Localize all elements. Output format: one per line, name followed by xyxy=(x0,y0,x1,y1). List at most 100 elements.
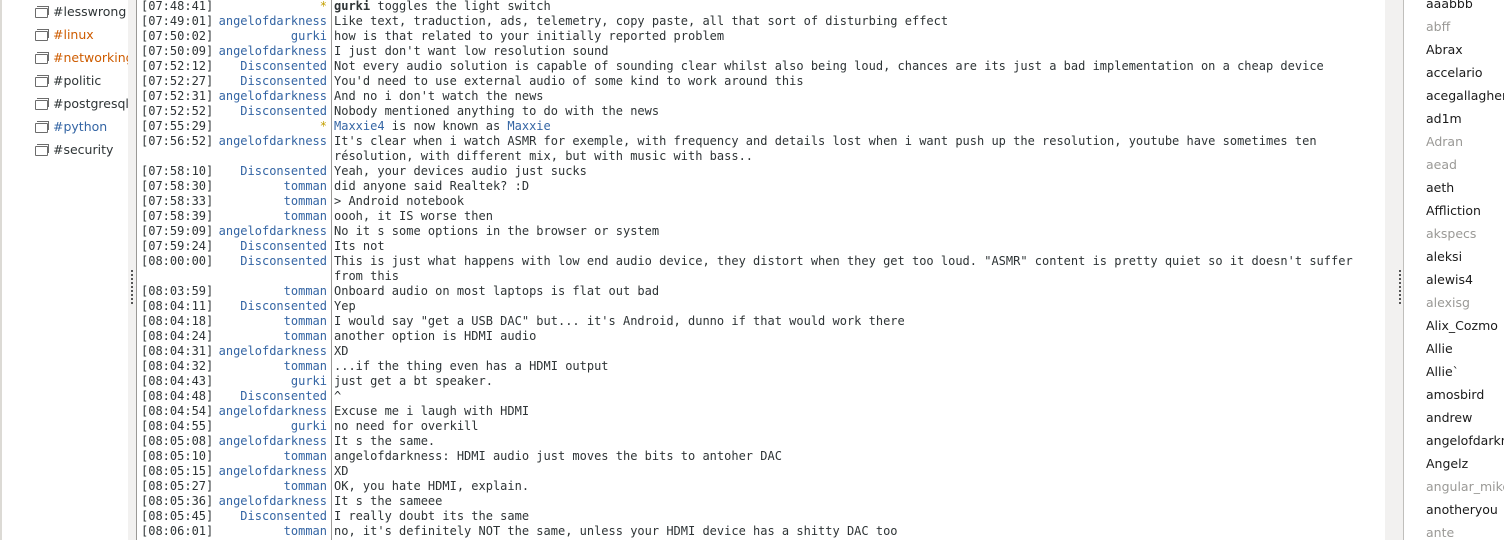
message-nick[interactable]: tomman xyxy=(217,359,327,374)
message-text: It s the same. xyxy=(334,434,436,448)
message-timestamp: [08:05:10] xyxy=(141,449,214,463)
message-nick[interactable]: tomman xyxy=(217,284,327,299)
user-list-item[interactable]: amosbird xyxy=(1426,387,1504,410)
channel-label: #security xyxy=(53,142,114,157)
user-list-item[interactable]: Adran xyxy=(1426,134,1504,157)
message-nick[interactable]: angelofdarkness xyxy=(217,224,327,239)
user-list-item[interactable]: andrew xyxy=(1426,410,1504,433)
message-nick[interactable]: Disconsented xyxy=(217,59,327,74)
user-list-item[interactable]: Allie xyxy=(1426,341,1504,364)
channel-icon xyxy=(35,144,49,156)
message-nick[interactable]: angelofdarkness xyxy=(217,14,327,29)
message-timestamp: [08:04:32] xyxy=(141,359,214,373)
channel-item[interactable]: #postgresql xyxy=(35,96,128,118)
user-list-item[interactable]: aead xyxy=(1426,157,1504,180)
message-timestamp: [07:48:41] xyxy=(141,0,214,13)
message-text: another option is HDMI audio xyxy=(334,329,537,343)
message-nick[interactable]: tomman xyxy=(217,179,327,194)
user-list-item[interactable]: Affliction xyxy=(1426,203,1504,226)
channel-item[interactable]: #security xyxy=(35,142,128,164)
chat-log[interactable]: [07:48:41] * gurki toggles the light switc… xyxy=(136,0,1386,540)
user-list-item[interactable]: accelario xyxy=(1426,65,1504,88)
message-text: Yeah, your devices audio just sucks xyxy=(334,164,587,178)
message-nick[interactable]: tomman xyxy=(217,209,327,224)
message-nick[interactable]: Disconsented xyxy=(217,389,327,404)
user-list-item[interactable]: alexisg xyxy=(1426,295,1504,318)
message-text: Maxxie4 is now known as Maxxie xyxy=(334,119,1374,134)
message-nick[interactable]: tomman xyxy=(217,449,327,464)
user-list-item[interactable]: aaabbb xyxy=(1426,0,1504,19)
message-nick[interactable]: angelofdarkness xyxy=(217,44,327,59)
message-nick[interactable]: gurki xyxy=(217,419,327,434)
message-timestamp: [07:52:12] xyxy=(141,59,214,73)
message-nick[interactable]: Disconsented xyxy=(217,254,327,269)
user-list-item[interactable]: abff xyxy=(1426,19,1504,42)
user-list-resize-handle[interactable] xyxy=(1399,270,1401,306)
message-nick[interactable]: angelofdarkness xyxy=(217,434,327,449)
channel-item[interactable]: #politic xyxy=(35,73,128,95)
user-list-item[interactable]: ad1m xyxy=(1426,111,1504,134)
channel-item[interactable]: #linux xyxy=(35,27,128,49)
message-timestamp: [08:04:24] xyxy=(141,329,214,343)
user-list-item[interactable]: angelofdarkness xyxy=(1426,433,1504,456)
message-nick[interactable]: * xyxy=(217,0,327,14)
message-timestamp: [07:55:29] xyxy=(141,119,214,133)
message-nick[interactable]: gurki xyxy=(217,29,327,44)
new-nick: Maxxie xyxy=(507,119,551,133)
message-timestamp: [08:04:11] xyxy=(141,299,214,313)
message-text: oooh, it IS worse then xyxy=(334,209,493,223)
message-timestamp: [08:05:36] xyxy=(141,494,214,508)
message-nick[interactable]: tomman xyxy=(217,329,327,344)
message-nick[interactable]: angelofdarkness xyxy=(217,344,327,359)
message-text: no, it's definitely NOT the same, unless… xyxy=(334,524,898,538)
message-nick[interactable]: tomman xyxy=(217,314,327,329)
message-timestamp: [07:58:30] xyxy=(141,179,214,193)
message-text: XD xyxy=(334,344,349,358)
user-list-item[interactable]: ante xyxy=(1426,525,1504,540)
message-nick[interactable]: angelofdarkness xyxy=(217,494,327,509)
message-nick[interactable]: Disconsented xyxy=(217,104,327,119)
user-list-item[interactable]: Angelz xyxy=(1426,456,1504,479)
message-timestamp: [07:52:31] xyxy=(141,89,214,103)
user-list-item[interactable]: Abrax xyxy=(1426,42,1504,65)
message-nick[interactable]: Disconsented xyxy=(217,74,327,89)
message-timestamp: [08:00:00] xyxy=(141,254,214,268)
user-list-item[interactable]: alewis4 xyxy=(1426,272,1504,295)
message-timestamp: [07:50:02] xyxy=(141,29,214,43)
user-list-item[interactable]: akspecs xyxy=(1426,226,1504,249)
channel-label: #politic xyxy=(53,73,102,88)
message-nick[interactable]: Disconsented xyxy=(217,239,327,254)
message-nick[interactable]: tomman xyxy=(217,194,327,209)
message-nick[interactable]: Disconsented xyxy=(217,164,327,179)
message-nick[interactable]: * xyxy=(217,119,327,134)
user-list-item[interactable]: aeth xyxy=(1426,180,1504,203)
channel-item[interactable]: #networking xyxy=(35,50,128,72)
user-list-item[interactable]: acegallagher xyxy=(1426,88,1504,111)
channel-item[interactable]: #python xyxy=(35,119,128,141)
user-list[interactable]: aaabbb abff Abrax accelario acegallagher ad1m… xyxy=(1403,0,1504,540)
user-list-item[interactable]: Alix_Cozmo xyxy=(1426,318,1504,341)
action-actor: gurki xyxy=(334,0,371,13)
nickchange-text: is now known as xyxy=(384,119,508,133)
message-timestamp: [07:58:33] xyxy=(141,194,214,208)
user-list-item[interactable]: aleksi xyxy=(1426,249,1504,272)
user-list-item[interactable]: angular_mike xyxy=(1426,479,1504,502)
message-nick[interactable]: gurki xyxy=(217,374,327,389)
message-nick[interactable]: angelofdarkness xyxy=(217,404,327,419)
message-nick[interactable]: angelofdarkness xyxy=(217,89,327,104)
message-nick[interactable]: tomman xyxy=(217,479,327,494)
message-timestamp: [07:49:01] xyxy=(141,14,214,28)
user-list-item[interactable]: anotheryou xyxy=(1426,502,1504,525)
user-list-item[interactable]: Allie` xyxy=(1426,364,1504,387)
message-nick[interactable]: tomman xyxy=(217,524,327,539)
message-text: Its not xyxy=(334,239,385,253)
message-nick[interactable]: angelofdarkness xyxy=(217,464,327,479)
channel-item[interactable]: #lesswrong xyxy=(35,4,128,26)
message-text: Not every audio solution is capable of s… xyxy=(334,59,1324,73)
message-nick[interactable]: Disconsented xyxy=(217,509,327,524)
channel-icon xyxy=(35,75,49,87)
left-pane-resize-handle[interactable] xyxy=(131,270,133,306)
message-nick[interactable]: Disconsented xyxy=(217,299,327,314)
message-nick[interactable]: angelofdarkness xyxy=(217,134,327,149)
message-text: how is that related to your initially re… xyxy=(334,29,725,43)
